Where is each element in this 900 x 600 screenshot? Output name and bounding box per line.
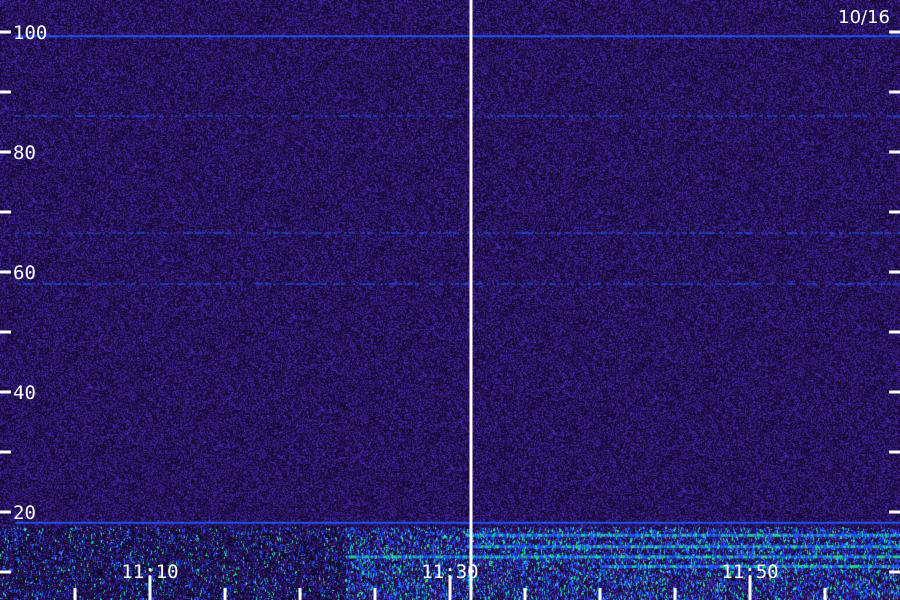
y-axis-ticks: 20 40 60 80 100 <box>0 22 900 574</box>
y-tick-label: 40 <box>13 382 36 404</box>
y-tick-label: 60 <box>13 262 36 284</box>
x-tick-label: 11:10 <box>121 561 178 583</box>
x-tick-label: 11:50 <box>721 561 778 583</box>
spectrogram-panel: 20 40 60 80 100 11:10 11:30 11:50 10/16 <box>0 0 900 600</box>
y-tick-label: 100 <box>13 22 47 44</box>
y-tick-label: 80 <box>13 142 36 164</box>
chart-axes: 20 40 60 80 100 11:10 11:30 11:50 10/16 <box>0 0 900 600</box>
date-label: 10/16 <box>838 7 890 28</box>
x-axis-ticks: 11:10 11:30 11:50 <box>73 561 827 600</box>
y-tick-label: 20 <box>13 502 36 524</box>
